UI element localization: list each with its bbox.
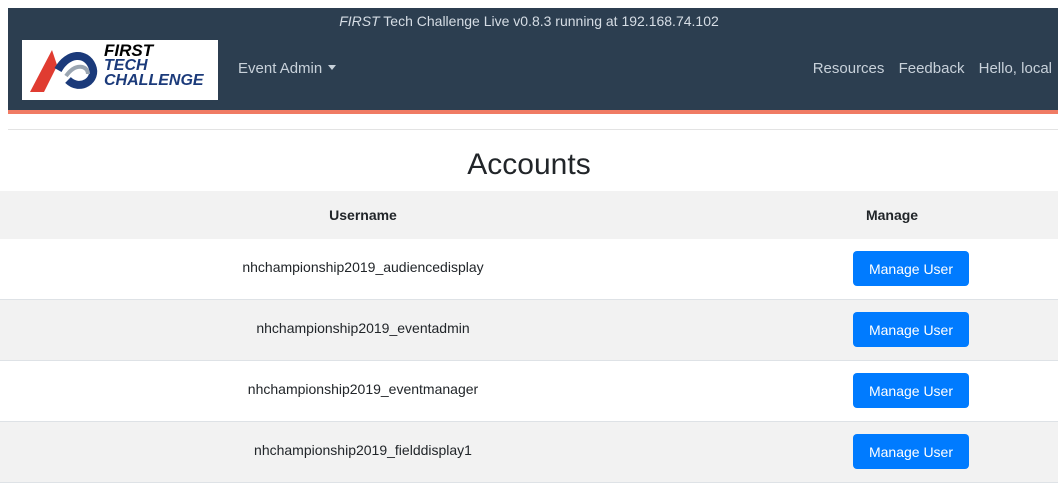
manage-user-button[interactable]: Manage User bbox=[853, 251, 969, 286]
banner-text: Tech Challenge Live v0.8.3 running at 19… bbox=[379, 13, 719, 29]
banner-first: FIRST bbox=[339, 13, 380, 29]
username-cell: nhchampionship2019_audiencedisplay bbox=[242, 259, 484, 275]
manage-user-button[interactable]: Manage User bbox=[853, 434, 969, 469]
table-row: nhchampionship2019_audiencedisplay Manag… bbox=[0, 239, 1058, 300]
table-row: nhchampionship2019_eventadmin Manage Use… bbox=[0, 300, 1058, 361]
page-title: Accounts bbox=[467, 148, 591, 181]
logo-line-tech: TECH bbox=[104, 57, 148, 74]
username-cell: nhchampionship2019_fielddisplay1 bbox=[254, 442, 472, 458]
manage-user-button[interactable]: Manage User bbox=[853, 312, 969, 347]
divider bbox=[8, 129, 1058, 130]
feedback-link[interactable]: Feedback bbox=[899, 60, 965, 77]
header-manage: Manage bbox=[865, 207, 919, 223]
logo-line-first: FIRST bbox=[104, 41, 154, 60]
resources-link[interactable]: Resources bbox=[813, 60, 885, 77]
table-header: Username Manage bbox=[0, 191, 1058, 240]
username-cell: nhchampionship2019_eventmanager bbox=[247, 381, 479, 397]
user-greeting-link[interactable]: Hello, local bbox=[979, 60, 1052, 77]
caret-down-icon bbox=[328, 65, 337, 70]
navbar-accent-stripe bbox=[8, 110, 1058, 114]
manage-user-button[interactable]: Manage User bbox=[853, 373, 969, 408]
event-admin-label: Event Admin bbox=[238, 60, 323, 77]
header-username: Username bbox=[329, 207, 397, 223]
logo-wordmark: FIRST TECH CHALLENGE bbox=[104, 41, 216, 89]
table-row: nhchampionship2019_eventmanager Manage U… bbox=[0, 361, 1058, 422]
event-admin-dropdown[interactable]: Event Admin bbox=[238, 60, 337, 77]
table-row: nhchampionship2019_fielddisplay1 Manage … bbox=[0, 422, 1058, 483]
ftc-logo-mark-icon bbox=[30, 50, 98, 92]
ftc-logo[interactable]: FIRST TECH CHALLENGE bbox=[22, 40, 218, 100]
server-banner: FIRST Tech Challenge Live v0.8.3 running… bbox=[0, 13, 1058, 29]
logo-line-challenge: CHALLENGE bbox=[104, 72, 204, 89]
navbar-right-links: Resources Feedback Hello, local bbox=[803, 60, 1052, 77]
username-cell: nhchampionship2019_eventadmin bbox=[256, 320, 470, 336]
